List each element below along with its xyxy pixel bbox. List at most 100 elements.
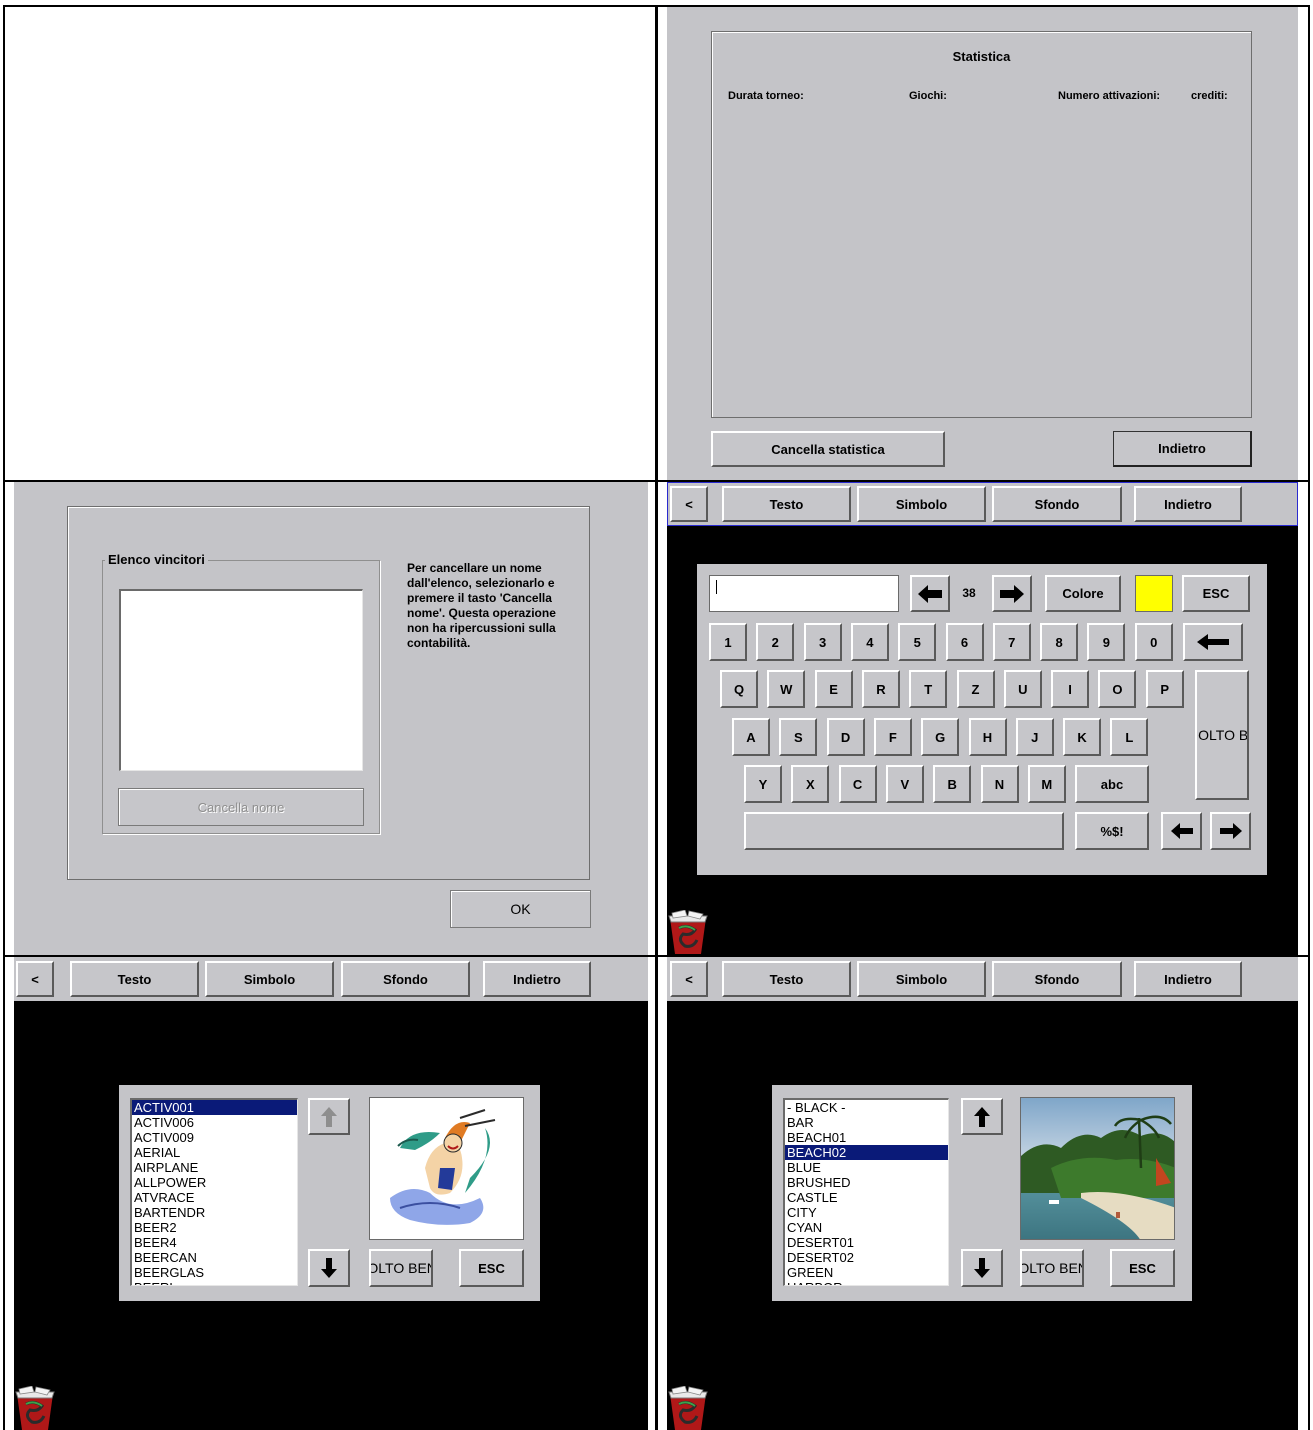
list-item[interactable]: BEERGLAS xyxy=(132,1265,297,1280)
symbol-list[interactable]: ACTIV001 ACTIV006 ACTIV009 AERIAL AIRPLANE AL… xyxy=(130,1098,298,1286)
color-button[interactable]: Colore xyxy=(1045,575,1121,612)
key-o[interactable]: O xyxy=(1098,670,1137,708)
enter-button[interactable]: MOLTO BENE xyxy=(1195,670,1249,800)
list-item[interactable]: DESERT02 xyxy=(785,1250,948,1265)
background-ok-button[interactable]: MOLTO BENE xyxy=(1020,1249,1084,1287)
space-button[interactable] xyxy=(744,812,1064,850)
delete-name-button[interactable]: Cancella nome xyxy=(118,788,364,826)
list-item[interactable]: AERIAL xyxy=(132,1145,297,1160)
toolbar-back-button[interactable]: Indietro xyxy=(1134,486,1242,522)
toolbar-symbol-button[interactable]: Simbolo xyxy=(857,961,986,997)
toolbar-prev-button[interactable]: < xyxy=(16,961,54,997)
key-k[interactable]: K xyxy=(1063,718,1102,756)
size-decrease-button[interactable] xyxy=(910,575,950,612)
scroll-up-button[interactable] xyxy=(308,1098,350,1135)
list-item[interactable]: BEACH02 xyxy=(785,1145,948,1160)
key-u[interactable]: U xyxy=(1003,670,1042,708)
list-item[interactable]: HARBOR xyxy=(785,1280,948,1285)
scroll-up-button[interactable] xyxy=(961,1098,1003,1135)
statistics-back-button[interactable]: Indietro xyxy=(1113,431,1252,467)
key-p[interactable]: P xyxy=(1145,670,1184,708)
size-increase-button[interactable] xyxy=(992,575,1032,612)
toolbar-background-button[interactable]: Sfondo xyxy=(341,961,470,997)
toolbar-background-button[interactable]: Sfondo xyxy=(992,961,1122,997)
symbol-ok-button[interactable]: MOLTO BENE xyxy=(369,1249,433,1287)
key-v[interactable]: V xyxy=(885,765,924,803)
symbols-button[interactable]: %$! xyxy=(1075,812,1149,850)
list-item[interactable]: - BLACK - xyxy=(785,1100,948,1115)
toolbar-back-button[interactable]: Indietro xyxy=(483,961,591,997)
list-item[interactable]: DESERT01 xyxy=(785,1235,948,1250)
toolbar-background-button[interactable]: Sfondo xyxy=(992,486,1122,522)
list-item[interactable]: CASTLE xyxy=(785,1190,948,1205)
winners-list[interactable] xyxy=(119,589,363,771)
key-a[interactable]: A xyxy=(732,718,770,756)
list-item[interactable]: ALLPOWER xyxy=(132,1175,297,1190)
key-0[interactable]: 0 xyxy=(1134,623,1173,661)
key-9[interactable]: 9 xyxy=(1087,623,1126,661)
key-g[interactable]: G xyxy=(921,718,960,756)
toolbar-prev-button[interactable]: < xyxy=(670,961,708,997)
list-item[interactable]: AIRPLANE xyxy=(132,1160,297,1175)
trash-icon[interactable] xyxy=(667,910,709,954)
key-w[interactable]: W xyxy=(767,670,806,708)
key-z[interactable]: Z xyxy=(956,670,995,708)
key-x[interactable]: X xyxy=(791,765,830,803)
toolbar-text-button[interactable]: Testo xyxy=(722,486,851,522)
toolbar-text-button[interactable]: Testo xyxy=(722,961,851,997)
key-b[interactable]: B xyxy=(933,765,972,803)
key-2[interactable]: 2 xyxy=(756,623,795,661)
keyboard-esc-button[interactable]: ESC xyxy=(1182,575,1250,612)
list-item[interactable]: BEACH01 xyxy=(785,1130,948,1145)
key-5[interactable]: 5 xyxy=(898,623,937,661)
key-7[interactable]: 7 xyxy=(992,623,1031,661)
key-m[interactable]: M xyxy=(1027,765,1066,803)
list-item[interactable]: CITY xyxy=(785,1205,948,1220)
list-item[interactable]: BARTENDR xyxy=(132,1205,297,1220)
clear-statistics-button[interactable]: Cancella statistica xyxy=(711,431,945,467)
toolbar-back-button[interactable]: Indietro xyxy=(1134,961,1242,997)
key-q[interactable]: Q xyxy=(720,670,758,708)
list-item[interactable]: ACTIV009 xyxy=(132,1130,297,1145)
background-list[interactable]: - BLACK - BAR BEACH01 BEACH02 BLUE BRUSHED CAS… xyxy=(783,1098,949,1286)
list-item[interactable]: CYAN xyxy=(785,1220,948,1235)
key-l[interactable]: L xyxy=(1110,718,1149,756)
key-n[interactable]: N xyxy=(980,765,1019,803)
key-4[interactable]: 4 xyxy=(850,623,889,661)
color-swatch[interactable] xyxy=(1135,575,1173,612)
key-8[interactable]: 8 xyxy=(1040,623,1079,661)
toolbar-symbol-button[interactable]: Simbolo xyxy=(857,486,986,522)
list-item[interactable]: BEERCAN xyxy=(132,1250,297,1265)
key-e[interactable]: E xyxy=(814,670,853,708)
toolbar-prev-button[interactable]: < xyxy=(670,486,708,522)
key-y[interactable]: Y xyxy=(744,765,782,803)
key-d[interactable]: D xyxy=(826,718,865,756)
list-item[interactable]: ACTIV006 xyxy=(132,1115,297,1130)
key-c[interactable]: C xyxy=(838,765,877,803)
text-input[interactable] xyxy=(709,575,899,612)
key-1[interactable]: 1 xyxy=(709,623,747,661)
key-s[interactable]: S xyxy=(779,718,818,756)
trash-icon[interactable] xyxy=(667,1386,709,1430)
symbol-esc-button[interactable]: ESC xyxy=(459,1249,524,1287)
key-r[interactable]: R xyxy=(861,670,900,708)
scroll-down-button[interactable] xyxy=(961,1249,1003,1287)
list-item[interactable]: BEERL xyxy=(132,1280,297,1285)
key-6[interactable]: 6 xyxy=(945,623,984,661)
key-3[interactable]: 3 xyxy=(803,623,842,661)
list-item[interactable]: BAR xyxy=(785,1115,948,1130)
list-item[interactable]: BEER4 xyxy=(132,1235,297,1250)
trash-icon[interactable] xyxy=(14,1386,56,1430)
list-item[interactable]: BEER2 xyxy=(132,1220,297,1235)
abc-button[interactable]: abc xyxy=(1075,765,1149,803)
list-item[interactable]: ATVRACE xyxy=(132,1190,297,1205)
cursor-left-button[interactable] xyxy=(1161,812,1202,850)
toolbar-symbol-button[interactable]: Simbolo xyxy=(205,961,334,997)
cursor-right-button[interactable] xyxy=(1210,812,1251,850)
list-item[interactable]: ACTIV001 xyxy=(132,1100,297,1115)
list-item[interactable]: GREEN xyxy=(785,1265,948,1280)
winners-ok-button[interactable]: OK xyxy=(450,890,591,928)
background-esc-button[interactable]: ESC xyxy=(1110,1249,1175,1287)
list-item[interactable]: BRUSHED xyxy=(785,1175,948,1190)
key-i[interactable]: I xyxy=(1051,670,1090,708)
